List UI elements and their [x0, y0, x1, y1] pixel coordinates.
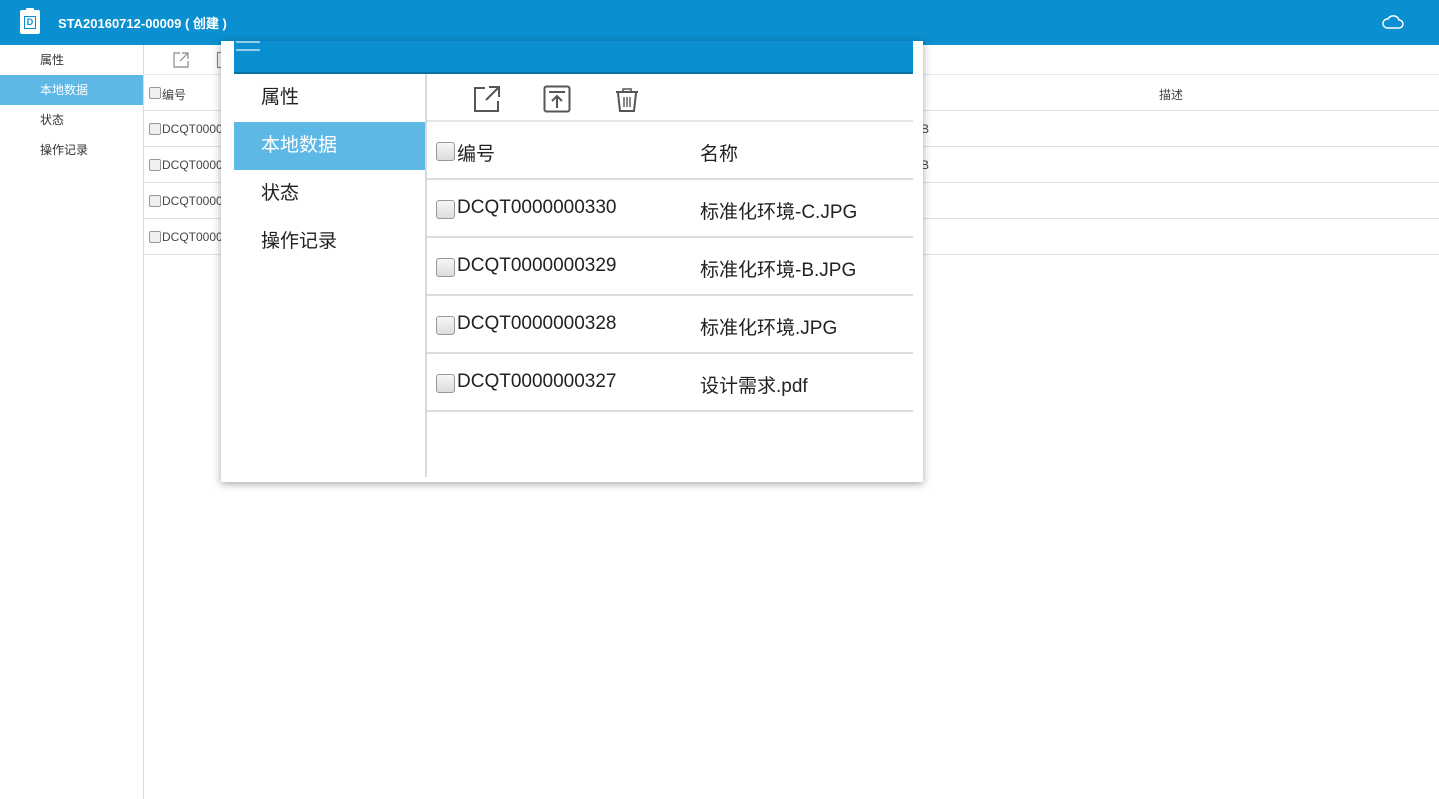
select-all-checkbox[interactable]	[149, 87, 161, 99]
row-checkbox[interactable]	[149, 195, 161, 207]
open-external-icon[interactable]	[172, 51, 190, 69]
sidebar: 属性 本地数据 状态 操作记录	[0, 45, 144, 799]
sidebar-item-local-data[interactable]: 本地数据	[0, 75, 143, 105]
document-icon: D	[20, 8, 40, 34]
toolbar	[427, 74, 913, 122]
sidebar-item-status[interactable]: 状态	[0, 105, 143, 135]
row-code: DCQT0000000327	[457, 371, 617, 392]
app-icon-letter: D	[24, 16, 36, 29]
table-row[interactable]: DCQT0000000328 标准化环境.JPG	[427, 296, 913, 354]
row-name: 标准化环境-B.JPG	[700, 260, 857, 281]
table-row[interactable]: DCQT0000000327 设计需求.pdf	[427, 354, 913, 412]
cloud-icon[interactable]	[1381, 12, 1405, 32]
sidebar-item-status[interactable]: 状态	[234, 170, 425, 218]
row-checkbox[interactable]	[436, 316, 455, 335]
row-checkbox[interactable]	[149, 159, 161, 171]
row-name: 标准化环境.JPG	[700, 318, 838, 339]
sidebar-item-operation-log[interactable]: 操作记录	[0, 135, 143, 165]
row-name: 设计需求.pdf	[700, 376, 808, 397]
row-code: DCQT0000000328	[457, 313, 617, 334]
sidebar-item-operation-log[interactable]: 操作记录	[234, 218, 425, 266]
row-code: DCQT0000	[162, 122, 223, 136]
row-checkbox[interactable]	[436, 374, 455, 393]
row-name: 标准化环境-C.JPG	[700, 202, 858, 223]
row-code: DCQT0000	[162, 158, 223, 172]
data-table: 编号 名称 DCQT0000000330 标准化环境-C.JPG DCQT000…	[427, 122, 913, 412]
upload-icon[interactable]	[542, 84, 572, 114]
row-code: DCQT0000000330	[457, 197, 617, 218]
row-checkbox[interactable]	[436, 258, 455, 277]
row-code: DCQT0000	[162, 194, 223, 208]
select-all-checkbox[interactable]	[436, 142, 455, 161]
column-header-code: 编号	[162, 88, 187, 102]
column-header-code: 编号	[457, 144, 496, 165]
table-row[interactable]: DCQT0000000330 标准化环境-C.JPG	[427, 180, 913, 238]
delete-icon[interactable]	[612, 84, 642, 114]
menu-icon	[236, 41, 260, 51]
table-header-row: 编号 名称	[427, 122, 913, 180]
table-row[interactable]: DCQT0000000329 标准化环境-B.JPG	[427, 238, 913, 296]
row-checkbox[interactable]	[149, 123, 161, 135]
open-external-icon[interactable]	[472, 84, 502, 114]
sidebar-item-properties[interactable]: 属性	[234, 74, 425, 122]
row-checkbox[interactable]	[436, 200, 455, 219]
popup-main: 编号 名称 DCQT0000000330 标准化环境-C.JPG DCQT000…	[427, 74, 913, 477]
top-bar: D STA20160712-00009 ( 创建 )	[0, 0, 1439, 45]
page-title: STA20160712-00009 ( 创建 )	[58, 16, 227, 31]
popup-sidebar: 属性 本地数据 状态 操作记录	[234, 74, 427, 477]
popup-header-bar	[234, 41, 913, 74]
row-checkbox[interactable]	[149, 231, 161, 243]
sidebar-item-properties[interactable]: 属性	[0, 45, 143, 75]
column-header-name: 名称	[700, 144, 739, 165]
row-code: DCQT0000	[162, 230, 223, 244]
zoom-popup: 属性 本地数据 状态 操作记录 编号 名称 DCQT0000000330 标准化…	[221, 41, 923, 482]
column-header-desc: 描述	[1159, 88, 1184, 102]
row-code: DCQT0000000329	[457, 255, 617, 276]
sidebar-item-local-data[interactable]: 本地数据	[234, 122, 425, 170]
